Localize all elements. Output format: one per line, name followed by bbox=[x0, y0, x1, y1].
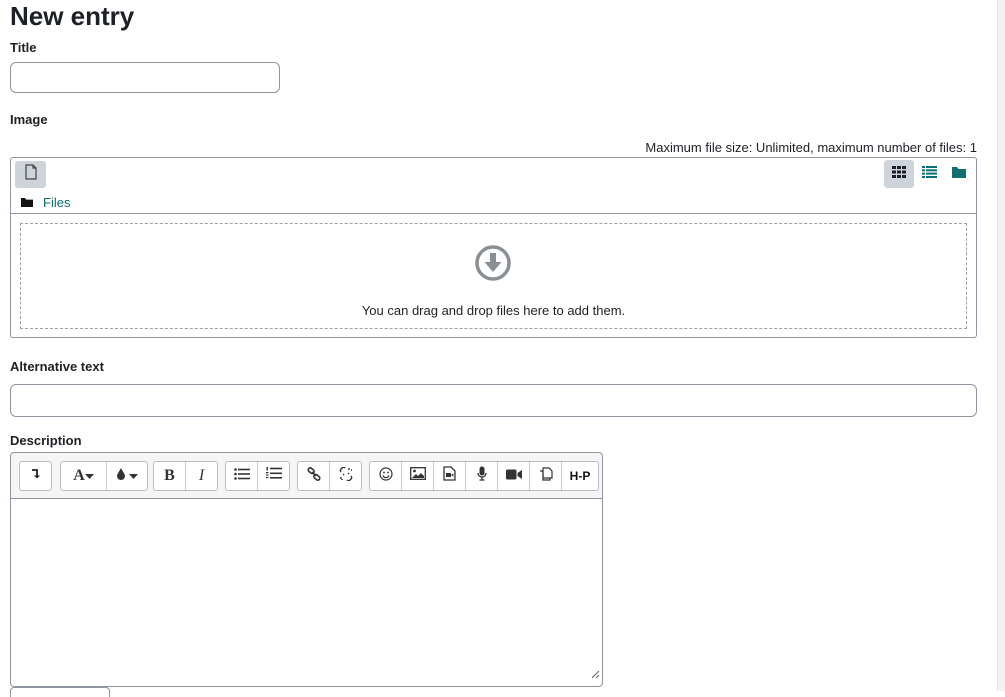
record-video-button[interactable] bbox=[498, 462, 530, 490]
ordered-list-icon bbox=[265, 467, 282, 485]
file-drop-zone[interactable]: You can drag and drop files here to add … bbox=[20, 223, 967, 329]
grid-icon bbox=[892, 165, 906, 183]
title-input[interactable] bbox=[10, 62, 280, 93]
unlink-icon bbox=[339, 466, 353, 486]
image-icon bbox=[409, 467, 426, 485]
media-button[interactable] bbox=[434, 462, 466, 490]
emoji-button[interactable] bbox=[370, 462, 402, 490]
copy-files-icon bbox=[539, 466, 553, 486]
droplet-icon bbox=[116, 467, 126, 485]
image-button[interactable] bbox=[402, 462, 434, 490]
file-icon bbox=[24, 164, 38, 185]
unordered-list-icon bbox=[233, 467, 250, 485]
list-icon bbox=[921, 165, 937, 183]
folder-icon bbox=[21, 195, 33, 210]
resize-grip-icon[interactable] bbox=[591, 666, 600, 684]
editor-content-area[interactable] bbox=[11, 499, 602, 686]
breadcrumb-files-link[interactable]: Files bbox=[43, 195, 70, 210]
font-glyph: A bbox=[73, 467, 85, 484]
unordered-list-button[interactable] bbox=[226, 462, 258, 490]
file-media-icon bbox=[443, 466, 456, 486]
view-switcher bbox=[884, 160, 974, 188]
caret-down-icon bbox=[84, 467, 94, 485]
link-icon bbox=[306, 466, 321, 486]
folder-icon bbox=[952, 165, 966, 183]
file-limits-text: Maximum file size: Unlimited, maximum nu… bbox=[645, 140, 977, 155]
toolbar-group-style: A bbox=[60, 461, 148, 491]
font-color-button[interactable] bbox=[107, 462, 147, 490]
caret-down-icon bbox=[129, 467, 138, 485]
toolbar-group-text: B I bbox=[153, 461, 218, 491]
alt-text-label: Alternative text bbox=[10, 359, 104, 374]
image-label: Image bbox=[10, 112, 48, 127]
toolbar-toggle-icon bbox=[30, 467, 42, 485]
editor-toolbar: A B I H-P bbox=[11, 453, 602, 499]
view-list-button[interactable] bbox=[914, 160, 944, 188]
drop-message: You can drag and drop files here to add … bbox=[361, 303, 626, 318]
download-circle-icon bbox=[475, 245, 511, 286]
file-manager: Files You can drag and drop files here t… bbox=[10, 157, 977, 338]
next-field-stub bbox=[10, 687, 110, 697]
font-style-button[interactable]: A bbox=[61, 462, 107, 490]
italic-button[interactable]: I bbox=[186, 462, 217, 490]
microphone-icon bbox=[476, 466, 487, 486]
video-camera-icon bbox=[505, 467, 522, 485]
toolbar-group-insert: H-P bbox=[369, 461, 599, 491]
toggle-toolbar-button[interactable] bbox=[20, 462, 51, 490]
toolbar-group-lists bbox=[225, 461, 290, 491]
page-title: New entry bbox=[10, 1, 135, 31]
view-icons-button[interactable] bbox=[884, 160, 914, 188]
alt-text-input[interactable] bbox=[10, 384, 977, 417]
ordered-list-button[interactable] bbox=[258, 462, 289, 490]
add-file-button[interactable] bbox=[15, 161, 46, 188]
record-audio-button[interactable] bbox=[466, 462, 498, 490]
smile-icon bbox=[378, 466, 393, 486]
description-editor: A B I H-P bbox=[10, 452, 603, 687]
page-scrollbar[interactable] bbox=[997, 0, 1005, 691]
view-tree-button[interactable] bbox=[944, 160, 974, 188]
manage-files-button[interactable] bbox=[530, 462, 562, 490]
title-label: Title bbox=[10, 40, 37, 55]
breadcrumb: Files bbox=[21, 195, 70, 210]
unlink-button[interactable] bbox=[330, 462, 361, 490]
toolbar-group-links bbox=[297, 461, 362, 491]
description-label: Description bbox=[10, 433, 82, 448]
toolbar-group-toggle bbox=[19, 461, 52, 491]
link-button[interactable] bbox=[298, 462, 330, 490]
bold-button[interactable]: B bbox=[154, 462, 186, 490]
file-manager-toolbar: Files bbox=[11, 158, 976, 214]
h5p-button[interactable]: H-P bbox=[562, 462, 598, 490]
